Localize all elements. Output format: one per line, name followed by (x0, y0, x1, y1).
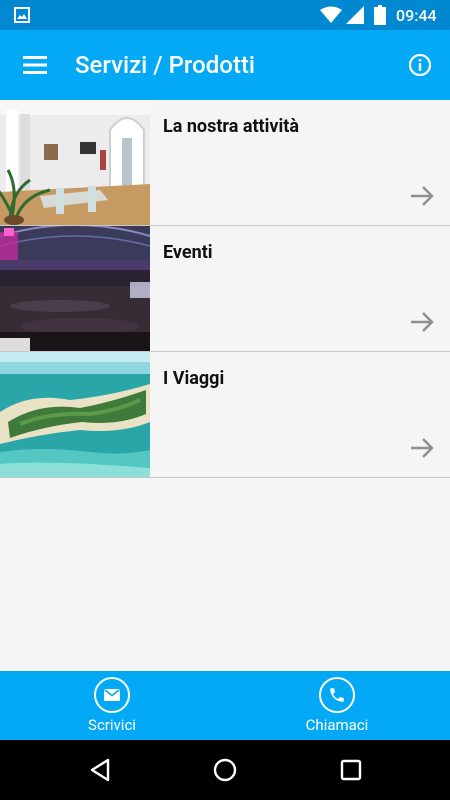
office-interior-photo (0, 100, 150, 225)
hamburger-menu-icon[interactable] (20, 52, 50, 78)
status-time: 09:44 (396, 6, 437, 25)
bottom-bar: Scrivici Chiamaci (0, 671, 450, 740)
arrow-right-icon (411, 312, 434, 332)
list-item-label: La nostra attività (163, 116, 300, 137)
app-bar: Servizi / Prodotti (0, 30, 450, 100)
system-navigation-bar (0, 740, 450, 800)
list-item-attivita[interactable]: La nostra attività (0, 100, 450, 226)
arrow-right-icon (411, 438, 434, 458)
write-label: Scrivici (88, 716, 136, 734)
back-icon[interactable] (88, 757, 112, 783)
call-button[interactable]: Chiamaci (277, 677, 397, 737)
phone-button-circle (319, 677, 355, 713)
list-item-label: Eventi (163, 242, 213, 263)
list-item-eventi[interactable]: Eventi (0, 226, 450, 352)
services-list: La nostra attività Eventi I Viaggi (0, 100, 450, 478)
list-item-label: I Viaggi (163, 368, 225, 389)
email-icon (104, 689, 120, 701)
list-item-viaggi[interactable]: I Viaggi (0, 352, 450, 478)
email-button-circle (94, 677, 130, 713)
info-icon[interactable] (406, 51, 434, 79)
home-icon[interactable] (213, 758, 237, 782)
phone-icon (330, 688, 344, 702)
concert-crowd-photo (0, 226, 150, 351)
signal-icon (346, 6, 364, 24)
recent-apps-icon[interactable] (340, 759, 362, 781)
call-label: Chiamaci (305, 716, 369, 734)
status-bar: 09:44 (0, 0, 450, 30)
battery-icon (374, 5, 386, 25)
arrow-right-icon (411, 186, 434, 206)
image-notification-icon (14, 7, 30, 23)
write-button[interactable]: Scrivici (52, 677, 172, 737)
wifi-icon (320, 6, 342, 23)
tropical-island-photo (0, 352, 150, 477)
page-title: Servizi / Prodotti (75, 51, 255, 79)
